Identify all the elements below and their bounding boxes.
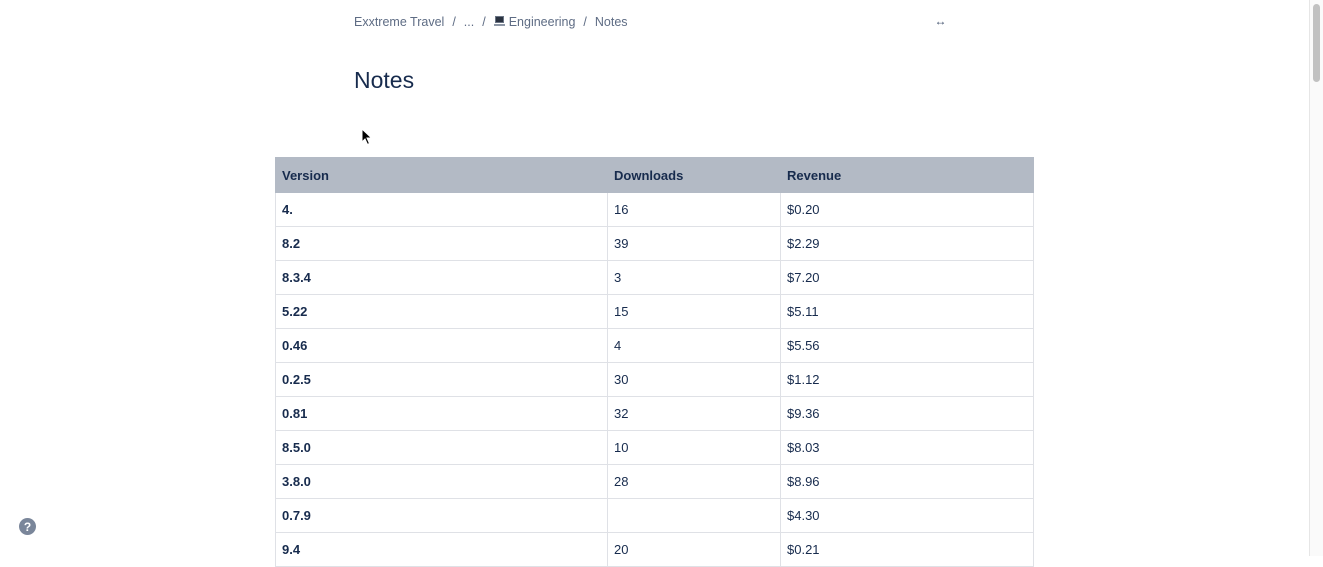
downloads-cell[interactable]: 16: [607, 192, 781, 227]
data-table-container: Version Downloads Revenue 4. 16 $0.20 8.…: [275, 157, 1034, 567]
downloads-cell[interactable]: 3: [607, 260, 781, 295]
version-cell[interactable]: 4.: [275, 192, 608, 227]
scrollbar-thumb[interactable]: [1313, 4, 1320, 82]
revenue-cell[interactable]: $4.30: [780, 498, 1034, 533]
help-button[interactable]: ?: [19, 518, 36, 535]
version-cell[interactable]: 8.3.4: [275, 260, 608, 295]
downloads-cell[interactable]: 4: [607, 328, 781, 363]
version-cell[interactable]: 9.4: [275, 532, 608, 567]
revenue-cell[interactable]: $2.29: [780, 226, 1034, 261]
column-header-version[interactable]: Version: [275, 157, 608, 193]
revenue-cell[interactable]: $8.96: [780, 464, 1034, 499]
revenue-cell[interactable]: $1.12: [780, 362, 1034, 397]
expand-width-icon: ↔: [934, 14, 947, 28]
help-icon: ?: [23, 519, 32, 534]
version-cell[interactable]: 0.81: [275, 396, 608, 431]
data-table: Version Downloads Revenue 4. 16 $0.20 8.…: [275, 157, 1034, 567]
version-cell[interactable]: 8.5.0: [275, 430, 608, 465]
downloads-cell[interactable]: 10: [607, 430, 781, 465]
version-cell[interactable]: 5.22: [275, 294, 608, 329]
downloads-cell[interactable]: 39: [607, 226, 781, 261]
breadcrumb-separator: /: [482, 15, 486, 29]
breadcrumb-separator: /: [452, 15, 456, 29]
breadcrumb-separator: /: [583, 15, 587, 29]
revenue-cell[interactable]: $0.21: [780, 532, 1034, 567]
breadcrumb: Exxtreme Travel / ... / Engineering / No…: [354, 13, 628, 31]
revenue-cell[interactable]: $7.20: [780, 260, 1034, 295]
computer-icon: [493, 16, 505, 27]
table-row: 0.81 32 $9.36: [275, 396, 1034, 431]
table-row: 0.46 4 $5.56: [275, 328, 1034, 363]
breadcrumb-ellipsis[interactable]: ...: [464, 15, 474, 29]
table-row: 0.7.9 $4.30: [275, 498, 1034, 533]
page-title: Notes: [354, 67, 415, 93]
downloads-cell[interactable]: 15: [607, 294, 781, 329]
breadcrumb-parent[interactable]: Engineering: [493, 15, 576, 29]
downloads-cell[interactable]: [607, 498, 781, 533]
table-row: 9.4 20 $0.21: [275, 532, 1034, 567]
version-cell[interactable]: 0.46: [275, 328, 608, 363]
table-row: 0.2.5 30 $1.12: [275, 362, 1034, 397]
table-row: 8.5.0 10 $8.03: [275, 430, 1034, 465]
table-row: 8.3.4 3 $7.20: [275, 260, 1034, 295]
expand-width-button[interactable]: ↔: [930, 12, 950, 30]
revenue-cell[interactable]: $0.20: [780, 192, 1034, 227]
revenue-cell[interactable]: $8.03: [780, 430, 1034, 465]
breadcrumb-space[interactable]: Exxtreme Travel: [354, 15, 444, 29]
downloads-cell[interactable]: 28: [607, 464, 781, 499]
revenue-cell[interactable]: $5.11: [780, 294, 1034, 329]
page-scrollbar[interactable]: [1309, 0, 1323, 556]
version-cell[interactable]: 0.2.5: [275, 362, 608, 397]
table-row: 3.8.0 28 $8.96: [275, 464, 1034, 499]
table-header-row: Version Downloads Revenue: [275, 157, 1034, 193]
downloads-cell[interactable]: 30: [607, 362, 781, 397]
mouse-cursor-icon: [361, 128, 373, 146]
table-row: 8.2 39 $2.29: [275, 226, 1034, 261]
version-cell[interactable]: 3.8.0: [275, 464, 608, 499]
breadcrumb-parent-label: Engineering: [508, 15, 576, 29]
column-header-downloads[interactable]: Downloads: [607, 157, 781, 193]
revenue-cell[interactable]: $5.56: [780, 328, 1034, 363]
version-cell[interactable]: 0.7.9: [275, 498, 608, 533]
table-row: 5.22 15 $5.11: [275, 294, 1034, 329]
version-cell[interactable]: 8.2: [275, 226, 608, 261]
downloads-cell[interactable]: 32: [607, 396, 781, 431]
downloads-cell[interactable]: 20: [607, 532, 781, 567]
table-row: 4. 16 $0.20: [275, 192, 1034, 227]
revenue-cell[interactable]: $9.36: [780, 396, 1034, 431]
column-header-revenue[interactable]: Revenue: [780, 157, 1034, 193]
breadcrumb-current[interactable]: Notes: [595, 15, 628, 29]
